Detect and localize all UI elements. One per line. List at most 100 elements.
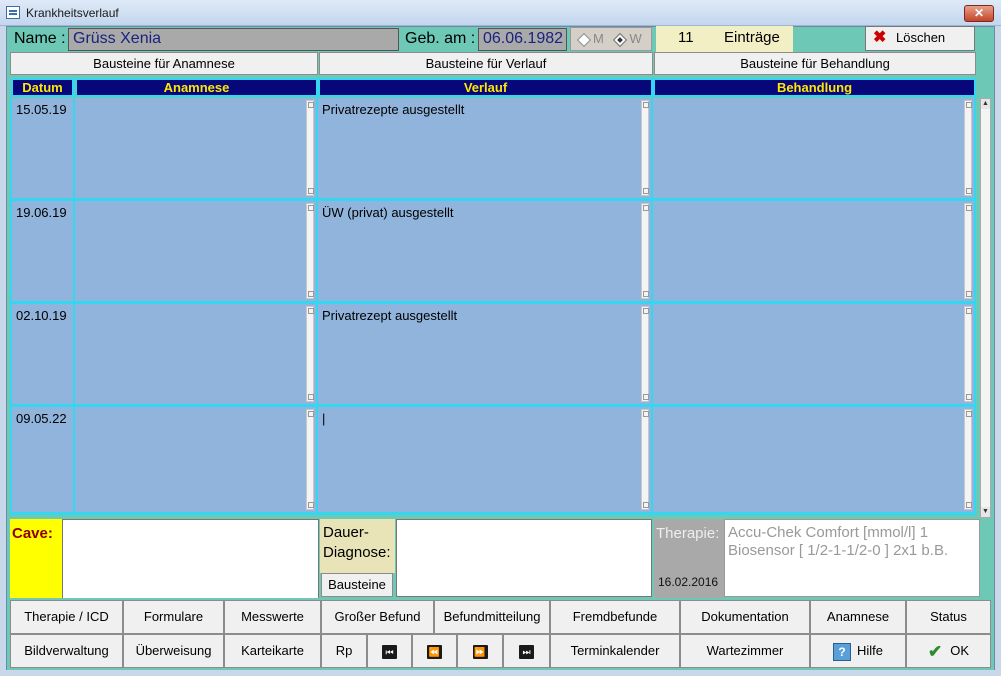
rp-button[interactable]: Rp: [321, 634, 367, 668]
dauer-diagnose-label: Dauer- Diagnose:: [320, 519, 395, 573]
table-row-date: 15.05.19: [12, 98, 73, 198]
karteikarte-button[interactable]: Karteikarte: [224, 634, 321, 668]
formulare-button[interactable]: Formulare: [123, 600, 224, 634]
behandlung-cell[interactable]: [653, 201, 974, 301]
ueberweisung-button[interactable]: Überweisung: [123, 634, 224, 668]
cell-scrollbar[interactable]: [641, 203, 649, 299]
sex-radio-w[interactable]: [613, 32, 628, 47]
cell-scrollbar[interactable]: [964, 203, 972, 299]
entry-counter: 11 Einträge: [656, 26, 793, 52]
red-x-icon: ✖: [873, 29, 887, 46]
cell-scrollbar[interactable]: [964, 100, 972, 196]
next-record-button[interactable]: ⏩: [457, 634, 503, 668]
therapie-line-2: Biosensor [ 1/2-1-1/2-0 ] 2x1 b.B.: [728, 542, 949, 559]
verlauf-text: ÜW (privat) ausgestellt: [322, 205, 454, 220]
terminkalender-button[interactable]: Terminkalender: [550, 634, 680, 668]
status-button[interactable]: Status: [906, 600, 991, 634]
help-label: Hilfe: [856, 643, 883, 658]
therapie-date: 16.02.2016: [658, 575, 719, 589]
entry-count-label: Einträge: [724, 29, 780, 46]
dauer-diagnose-input[interactable]: [396, 519, 652, 597]
bausteine-anamnese-button[interactable]: Bausteine für Anamnese: [10, 52, 318, 75]
verlauf-cell[interactable]: |: [318, 407, 651, 512]
checkmark-icon: ✔: [927, 641, 943, 661]
prev-record-button[interactable]: ⏪: [412, 634, 457, 668]
verlauf-cell[interactable]: Privatrezept ausgestellt: [318, 304, 651, 404]
verlauf-text: Privatrezepte ausgestellt: [322, 102, 465, 117]
first-record-icon: ⏮: [382, 644, 397, 659]
help-button[interactable]: ? Hilfe: [810, 634, 906, 668]
anamnese-cell[interactable]: [75, 98, 316, 198]
sex-radio-m[interactable]: [576, 32, 592, 47]
last-record-button[interactable]: ⏭: [503, 634, 550, 668]
entry-count: 11: [678, 29, 694, 46]
table-row-date: 19.06.19: [12, 201, 73, 301]
anamnese-cell[interactable]: [75, 304, 316, 404]
behandlung-cell[interactable]: [653, 98, 974, 198]
name-label: Name :: [10, 28, 68, 52]
delete-button-label: Löschen: [896, 30, 946, 45]
cell-scrollbar[interactable]: [306, 409, 314, 510]
therapie-panel: Therapie: 16.02.2016: [654, 519, 724, 599]
fremdbefunde-button[interactable]: Fremdbefunde: [550, 600, 680, 634]
name-field[interactable]: Grüss Xenia: [68, 28, 399, 51]
first-record-button[interactable]: ⏮: [367, 634, 412, 668]
dauer-label-line-1: Dauer-: [323, 524, 369, 541]
table-row-date: 09.05.22: [12, 407, 73, 512]
grosser-befund-button[interactable]: Großer Befund: [321, 600, 434, 634]
question-icon: ?: [832, 642, 851, 661]
delete-button[interactable]: ✖ Löschen: [865, 26, 975, 51]
therapie-icd-button[interactable]: Therapie / ICD: [10, 600, 123, 634]
bausteine-verlauf-button[interactable]: Bausteine für Verlauf: [319, 52, 653, 75]
cell-scrollbar[interactable]: [306, 203, 314, 299]
cave-label: Cave:: [10, 519, 62, 599]
cell-scrollbar[interactable]: [641, 409, 649, 510]
cell-scrollbar[interactable]: [306, 306, 314, 402]
notebook-icon: [6, 6, 20, 19]
window-title: Krankheitsverlauf: [26, 6, 119, 20]
cell-scrollbar[interactable]: [641, 100, 649, 196]
verlauf-cell[interactable]: ÜW (privat) ausgestellt: [318, 201, 651, 301]
scroll-up-arrow-icon[interactable]: ▲: [981, 99, 990, 109]
wartezimmer-button[interactable]: Wartezimmer: [680, 634, 810, 668]
grid-scrollbar[interactable]: ▲ ▼: [980, 98, 991, 518]
birth-field[interactable]: 06.06.1982: [478, 28, 567, 51]
behandlung-cell[interactable]: [653, 407, 974, 512]
sex-label-w: W: [629, 31, 642, 46]
dokumentation-button[interactable]: Dokumentation: [680, 600, 810, 634]
verlauf-text: Privatrezept ausgestellt: [322, 308, 458, 323]
ok-button[interactable]: ✔ OK: [906, 634, 991, 668]
sex-label-m: M: [593, 31, 604, 46]
birth-label: Geb. am :: [401, 28, 477, 52]
history-grid: 15.05.19 Privatrezepte ausgestellt 19.06…: [10, 98, 976, 515]
column-header-verlauf: Verlauf: [318, 78, 653, 97]
title-bar: [0, 0, 1001, 26]
therapie-text[interactable]: Accu-Chek Comfort [mmol/l] 1 Biosensor […: [724, 519, 980, 597]
scroll-down-arrow-icon[interactable]: ▼: [981, 507, 990, 517]
therapie-label: Therapie:: [656, 525, 720, 542]
bildverwaltung-button[interactable]: Bildverwaltung: [10, 634, 123, 668]
anamnese-button[interactable]: Anamnese: [810, 600, 906, 634]
column-header-behandlung: Behandlung: [653, 78, 976, 97]
bausteine-behandlung-button[interactable]: Bausteine für Behandlung: [654, 52, 976, 75]
dauer-label-line-2: Diagnose:: [323, 544, 391, 561]
verlauf-cell[interactable]: Privatrezepte ausgestellt: [318, 98, 651, 198]
cell-scrollbar[interactable]: [964, 409, 972, 510]
behandlung-cell[interactable]: [653, 304, 974, 404]
therapie-line-1: Accu-Chek Comfort [mmol/l] 1: [728, 524, 929, 541]
prev-record-icon: ⏪: [427, 644, 442, 659]
messwerte-button[interactable]: Messwerte: [224, 600, 321, 634]
anamnese-cell[interactable]: [75, 407, 316, 512]
ok-label: OK: [950, 643, 970, 658]
column-header-datum: Datum: [11, 78, 74, 97]
dauer-bausteine-button[interactable]: Bausteine: [321, 573, 393, 597]
befundmitteilung-button[interactable]: Befundmitteilung: [434, 600, 550, 634]
close-button[interactable]: ✕: [964, 5, 994, 22]
anamnese-cell[interactable]: [75, 201, 316, 301]
last-record-icon: ⏭: [519, 644, 534, 659]
table-row-date: 02.10.19: [12, 304, 73, 404]
cell-scrollbar[interactable]: [964, 306, 972, 402]
cave-input[interactable]: [62, 519, 319, 599]
cell-scrollbar[interactable]: [641, 306, 649, 402]
cell-scrollbar[interactable]: [306, 100, 314, 196]
